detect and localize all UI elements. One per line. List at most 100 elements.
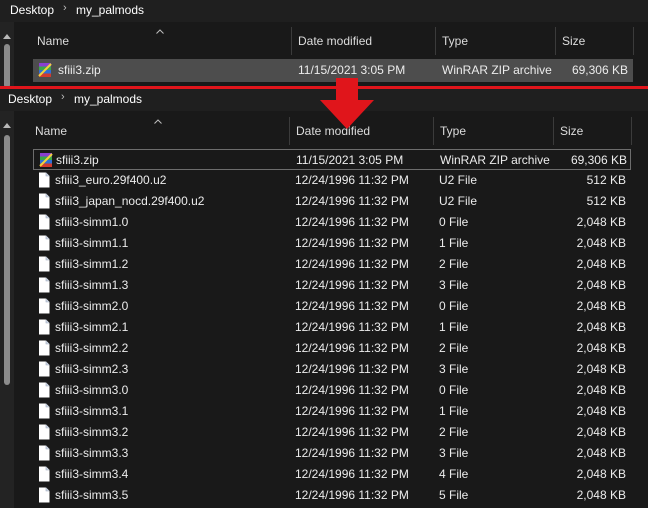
file-icon [39,277,50,293]
file-size: 2,048 KB [576,257,626,271]
column-header-size[interactable]: Size [562,34,585,48]
file-date: 12/24/1996 11:32 PM [295,320,409,334]
file-size: 2,048 KB [576,236,626,250]
file-size: 2,048 KB [576,320,626,334]
file-icon [39,487,50,503]
column-header-date[interactable]: Date modified [298,34,372,48]
file-name: sfiii3-simm2.0 [55,299,129,313]
list-item[interactable]: sfiii3-simm3.3 12/24/1996 11:32 PM 3 File 2… [33,443,631,464]
file-date: 12/24/1996 11:32 PM [295,173,409,187]
sort-ascending-icon [154,119,162,124]
list-item[interactable]: sfiii3-simm2.0 12/24/1996 11:32 PM 0 File 2… [33,296,631,317]
column-divider[interactable] [631,117,632,145]
file-size: 69,306 KB [570,153,627,167]
chevron-right-icon[interactable]: › [61,91,65,103]
file-size: 512 KB [586,173,626,187]
file-size: 2,048 KB [576,341,626,355]
file-date: 12/24/1996 11:32 PM [295,446,409,460]
file-type: 1 File [439,320,469,334]
file-date: 12/24/1996 11:32 PM [295,383,409,397]
file-icon [39,466,50,482]
chevron-right-icon[interactable]: › [63,2,67,14]
file-name: sfiii3_japan_nocd.29f400.u2 [55,194,205,208]
file-name: sfiii3-simm3.3 [55,446,129,460]
file-size: 2,048 KB [576,446,626,460]
list-item[interactable]: sfiii3-simm2.1 12/24/1996 11:32 PM 1 File 2… [33,317,631,338]
column-header-type[interactable]: Type [442,34,468,48]
list-item[interactable]: sfiii3_japan_nocd.29f400.u2 12/24/1996 11… [33,191,631,212]
column-header-size[interactable]: Size [560,124,583,138]
file-type: U2 File [439,194,478,208]
file-date: 12/24/1996 11:32 PM [295,194,409,208]
column-header-name[interactable]: Name [37,34,69,48]
list-item[interactable]: sfiii3-simm3.5 12/24/1996 11:32 PM 5 File 2… [33,485,631,506]
file-type: WinRAR ZIP archive [442,63,552,77]
file-type: 5 File [439,488,469,502]
file-type: 0 File [439,215,469,229]
file-date: 12/24/1996 11:32 PM [295,236,409,250]
file-type: 0 File [439,383,469,397]
file-icon [39,214,50,230]
file-date: 12/24/1996 11:32 PM [295,425,409,439]
top-explorer-window: Desktop › my_palmods Name Date modified … [0,0,648,88]
list-item[interactable]: sfiii3_euro.29f400.u2 12/24/1996 11:32 PM… [33,170,631,191]
file-size: 2,048 KB [576,467,626,481]
file-date: 12/24/1996 11:32 PM [295,278,409,292]
list-item[interactable]: sfiii3-simm1.1 12/24/1996 11:32 PM 1 File 2… [33,233,631,254]
file-type: 2 File [439,425,469,439]
scrollbar-thumb[interactable] [4,135,10,385]
list-item[interactable]: sfiii3-simm3.1 12/24/1996 11:32 PM 1 File 2… [33,401,631,422]
file-date: 12/24/1996 11:32 PM [295,215,409,229]
list-item[interactable]: sfiii3-simm1.2 12/24/1996 11:32 PM 2 File 2… [33,254,631,275]
file-type: 2 File [439,341,469,355]
file-size: 2,048 KB [576,362,626,376]
file-type: 0 File [439,299,469,313]
column-divider[interactable] [553,117,554,145]
file-date: 12/24/1996 11:32 PM [295,488,409,502]
file-date: 12/24/1996 11:32 PM [295,299,409,313]
file-size: 69,306 KB [571,63,628,77]
file-size: 2,048 KB [576,383,626,397]
breadcrumb: Desktop › my_palmods [0,0,648,22]
column-divider[interactable] [555,27,556,55]
file-name: sfiii3-simm1.3 [55,278,129,292]
column-header-type[interactable]: Type [440,124,466,138]
column-header-row: Name Date modified Type Size [0,27,648,55]
list-item[interactable]: sfiii3-simm1.0 12/24/1996 11:32 PM 0 File 2… [33,212,631,233]
file-icon [39,172,50,188]
sort-ascending-icon [156,29,164,34]
annotation-down-arrow-icon [320,78,374,129]
list-item[interactable]: sfiii3-simm3.0 12/24/1996 11:32 PM 0 File 2… [33,380,631,401]
file-type: U2 File [439,173,478,187]
file-icon [39,445,50,461]
winrar-archive-icon [39,153,53,167]
list-item[interactable]: sfiii3-simm2.2 12/24/1996 11:32 PM 2 File 2… [33,338,631,359]
file-icon [39,382,50,398]
column-divider[interactable] [291,27,292,55]
file-size: 2,048 KB [576,299,626,313]
list-item[interactable]: sfiii3-simm1.3 12/24/1996 11:32 PM 3 File 2… [33,275,631,296]
column-header-name[interactable]: Name [35,124,67,138]
file-size: 2,048 KB [576,488,626,502]
breadcrumb-my-palmods[interactable]: my_palmods [76,3,144,17]
file-type: 4 File [439,467,469,481]
breadcrumb-my-palmods[interactable]: my_palmods [74,92,142,106]
breadcrumb-desktop[interactable]: Desktop [8,92,52,106]
column-divider[interactable] [633,27,634,55]
file-name: sfiii3-simm3.2 [55,425,129,439]
file-icon [39,361,50,377]
file-icon [39,424,50,440]
file-date: 12/24/1996 11:32 PM [295,341,409,355]
list-item[interactable]: sfiii3-simm3.2 12/24/1996 11:32 PM 2 File 2… [33,422,631,443]
file-name: sfiii3-simm3.0 [55,383,129,397]
file-name: sfiii3-simm1.0 [55,215,129,229]
column-divider[interactable] [433,117,434,145]
column-divider[interactable] [435,27,436,55]
list-item[interactable]: sfiii3-simm3.4 12/24/1996 11:32 PM 4 File 2… [33,464,631,485]
list-item[interactable]: sfiii3-simm2.3 12/24/1996 11:32 PM 3 File 2… [33,359,631,380]
list-item[interactable]: sfiii3.zip 11/15/2021 3:05 PM WinRAR ZIP a… [33,149,631,170]
breadcrumb-desktop[interactable]: Desktop [10,3,54,17]
file-size: 2,048 KB [576,278,626,292]
column-divider[interactable] [289,117,290,145]
scrollbar[interactable] [0,111,14,508]
